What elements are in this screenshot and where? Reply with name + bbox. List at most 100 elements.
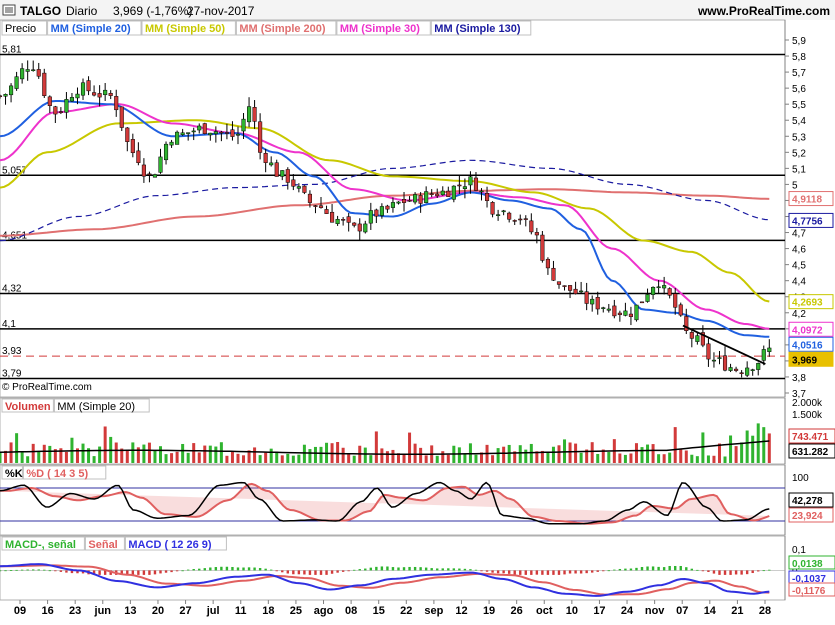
candle-body: [418, 195, 423, 204]
macd-histogram-bar: [164, 570, 168, 573]
macd-histogram-bar: [192, 569, 195, 571]
macd-histogram-bar: [15, 569, 18, 571]
stochastic-badge-label: 23,924: [792, 511, 823, 522]
volume-bar: [441, 451, 445, 463]
candle-body: [296, 186, 301, 189]
volume-bar: [98, 446, 102, 463]
volume-bar: [717, 443, 721, 463]
macd-histogram-bar: [496, 570, 500, 574]
macd-histogram-bar: [585, 570, 588, 574]
volume-bar: [507, 444, 511, 463]
candle-body: [722, 355, 728, 371]
candle-body: [363, 223, 368, 233]
macd-histogram-bar: [546, 570, 550, 575]
macd-histogram-bar: [590, 570, 594, 573]
candle-body: [291, 179, 296, 187]
x-tick-label: 27: [179, 605, 191, 617]
macd-histogram-bar: [441, 568, 444, 571]
candle-body: [0, 95, 3, 98]
volume-bar: [214, 446, 218, 463]
macd-histogram-bar: [563, 570, 566, 575]
macd-histogram-bar: [524, 570, 527, 575]
macd-histogram-bar: [657, 566, 660, 571]
candle-body: [3, 93, 8, 97]
volume-bar: [679, 449, 683, 463]
candle-body: [639, 301, 645, 304]
candle-body: [634, 304, 639, 321]
volume-bar: [662, 454, 666, 463]
price-badge-label: 4,2693: [792, 298, 823, 309]
macd-histogram-bar: [574, 570, 577, 574]
volume-bar: [286, 453, 290, 463]
macd-histogram-bar: [618, 568, 622, 571]
volume-bar: [408, 432, 412, 463]
candle-body: [651, 286, 656, 295]
x-tick-label: 26: [511, 605, 523, 617]
candle-body: [147, 173, 152, 176]
candle-body: [130, 139, 135, 154]
volume-bar: [623, 454, 627, 463]
volume-bar: [402, 454, 406, 463]
volume-bar: [524, 449, 528, 463]
candle-body: [484, 193, 490, 201]
candle-body: [745, 367, 750, 376]
macd-histogram-bar: [674, 565, 677, 571]
macd-histogram-bar: [214, 567, 218, 571]
candle-body: [435, 193, 440, 197]
volume-bar: [496, 448, 500, 463]
candle-body: [695, 335, 700, 342]
candle-body: [573, 288, 578, 294]
candle-body: [628, 313, 633, 317]
candle-body: [346, 216, 351, 223]
chart-canvas[interactable]: TALGO Diario 3,969 (-1,76%)27-nov-2017 www.…: [0, 0, 835, 620]
macd-histogram-bar: [701, 570, 705, 572]
candle-body: [551, 267, 556, 281]
volume-bar: [308, 449, 312, 463]
candle-body: [274, 162, 279, 177]
volume-bar: [336, 442, 340, 463]
candle-body: [678, 304, 683, 316]
volume-bar: [225, 455, 229, 463]
macd-histogram-bar: [419, 567, 422, 571]
candle-body: [247, 106, 252, 123]
price-tick-label: 5,4: [792, 116, 806, 127]
candle-body: [556, 281, 562, 285]
legend-item-3: MM (Simple 200): [239, 23, 326, 35]
macd-histogram-bar: [325, 570, 328, 575]
level-label: 4,1: [2, 319, 16, 330]
volume-bar: [103, 426, 107, 463]
volume-bar: [729, 435, 733, 463]
stochastic-tick-label: 100: [792, 473, 809, 484]
candle-body: [617, 312, 622, 316]
stochastic-legend-item: %D ( 14 3 5): [26, 468, 88, 480]
x-tick-label: ago: [314, 605, 334, 617]
macd-histogram-bar: [142, 570, 146, 575]
macd-histogram-bar: [247, 567, 251, 571]
price-tick-label: 5,6: [792, 84, 806, 95]
volume-bar: [219, 442, 223, 463]
candle-body: [457, 184, 462, 187]
candle-body: [25, 69, 30, 72]
candle-body: [103, 89, 108, 96]
candle-body: [258, 121, 263, 153]
volume-bar: [164, 454, 168, 463]
volume-bar: [186, 452, 190, 463]
candle-body: [180, 132, 185, 136]
macd-histogram-bar: [530, 570, 533, 575]
level-label: 5,81: [2, 44, 22, 55]
macd-histogram-bar: [148, 570, 151, 575]
x-tick-label: 23: [69, 605, 81, 617]
candle-body: [302, 185, 307, 193]
candle-body: [612, 305, 617, 317]
candle-body: [706, 343, 711, 360]
macd-histogram-bar: [303, 570, 306, 575]
volume-badge-label: 631.282: [792, 447, 829, 458]
volume-bar: [42, 444, 46, 463]
candle-body: [241, 118, 246, 132]
candle-body: [324, 209, 329, 214]
volume-bar: [762, 427, 766, 463]
macd-tick-label: 0,1: [792, 545, 806, 556]
candle-body: [208, 132, 213, 136]
candle-body: [219, 131, 224, 134]
candle-body: [662, 285, 667, 289]
